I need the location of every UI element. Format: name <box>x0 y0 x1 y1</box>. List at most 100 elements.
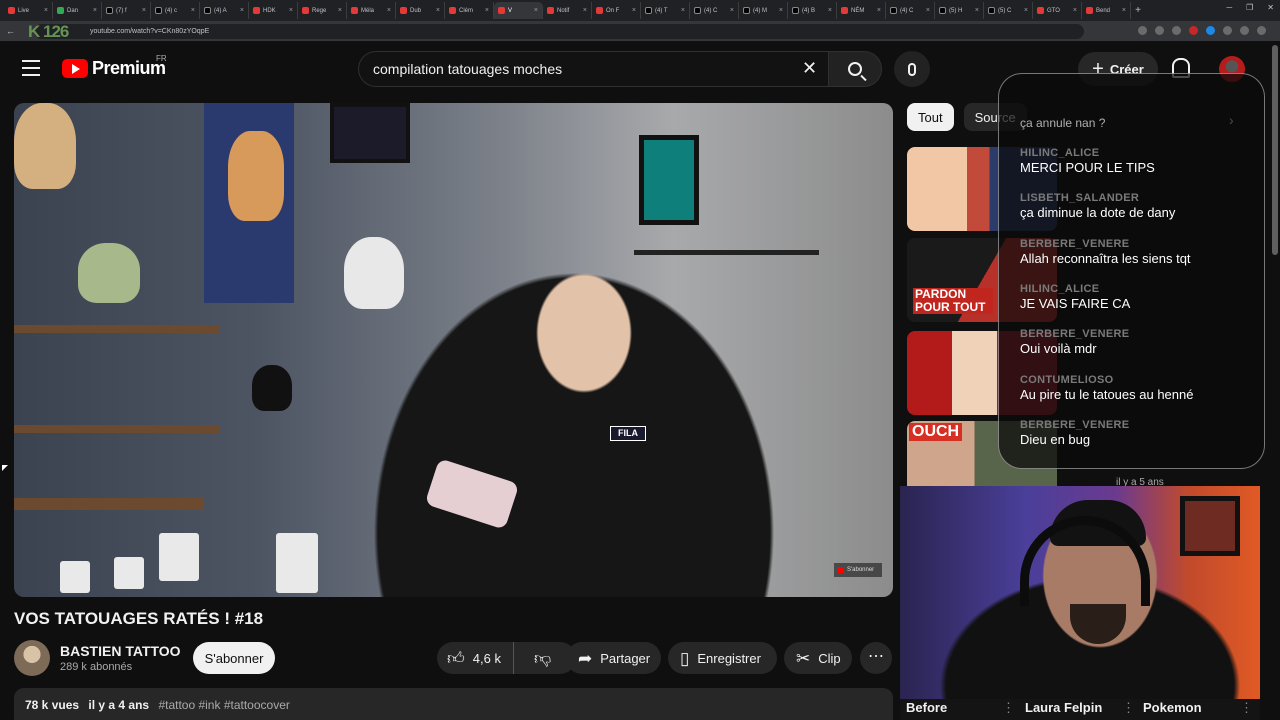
like-button[interactable]: 👍︎ 4,6 k <box>437 642 514 674</box>
search-button[interactable] <box>828 51 882 87</box>
tab-close-icon[interactable]: × <box>583 7 587 14</box>
extensions-puzzle-icon[interactable] <box>1223 26 1232 35</box>
browser-tab[interactable]: (4) c × <box>151 2 200 19</box>
new-tab-icon[interactable]: + <box>1131 5 1145 16</box>
clip-button[interactable]: ✂ Clip <box>784 642 852 674</box>
pipe-shelf <box>634 250 819 255</box>
browser-tab[interactable]: NÉM × <box>837 2 886 19</box>
tab-close-icon[interactable]: × <box>93 7 97 14</box>
hashtags[interactable]: #tattoo #ink #tattoocover <box>158 698 289 712</box>
favicon-icon <box>841 7 848 14</box>
search-icon <box>848 62 862 76</box>
browser-tab[interactable]: Dan × <box>53 2 102 19</box>
browser-tab[interactable]: (4) B × <box>788 2 837 19</box>
tab-close-icon[interactable]: × <box>142 7 146 14</box>
tab-close-icon[interactable]: × <box>681 7 685 14</box>
chat-text: Oui voilà mdr <box>1020 341 1097 357</box>
tab-close-icon[interactable]: × <box>1024 7 1028 14</box>
tab-label: (5) C <box>998 7 1012 14</box>
zoom-icon[interactable] <box>1138 26 1147 35</box>
more-actions-icon[interactable]: ⋯ <box>860 642 892 674</box>
browser-tab[interactable]: V × <box>494 2 543 19</box>
tab-close-icon[interactable]: × <box>779 7 783 14</box>
browser-tab[interactable]: Notif × <box>543 2 592 19</box>
favicon-icon <box>645 7 652 14</box>
minimize-icon[interactable]: ─ <box>1226 3 1232 12</box>
tab-close-icon[interactable]: × <box>1122 7 1126 14</box>
browser-tab[interactable]: (7) f × <box>102 2 151 19</box>
chat-message: HILINC_ALICE MERCI POUR LE TIPS <box>1020 147 1250 175</box>
bookmark-star-icon[interactable] <box>1172 26 1181 35</box>
tab-close-icon[interactable]: × <box>534 7 538 14</box>
tab-close-icon[interactable]: × <box>632 7 636 14</box>
channel-name[interactable]: BASTIEN TATTOO <box>60 643 181 659</box>
favicon-icon <box>1086 7 1093 14</box>
page-scrollbar[interactable] <box>1272 45 1278 255</box>
mug <box>60 561 90 593</box>
tab-close-icon[interactable]: × <box>191 7 195 14</box>
browser-tab[interactable]: (5) H × <box>935 2 984 19</box>
favicon-icon <box>792 7 799 14</box>
maximize-icon[interactable]: ❐ <box>1246 3 1253 12</box>
tab-close-icon[interactable]: × <box>1073 7 1077 14</box>
tab-close-icon[interactable]: × <box>44 7 48 14</box>
clear-search-icon[interactable]: ✕ <box>802 59 817 77</box>
dislike-button[interactable]: 👎︎ <box>522 642 563 674</box>
search-input[interactable]: compilation tatouages moches <box>358 51 828 87</box>
video-player[interactable]: FILA S'abonner <box>14 103 893 597</box>
logo-region: FR <box>156 54 167 63</box>
browser-tab[interactable]: (4) T × <box>641 2 690 19</box>
share-label: Partager <box>600 650 651 666</box>
url-field[interactable]: youtube.com/watch?v=CKn80zYOqpE <box>34 23 1084 39</box>
browser-tab[interactable]: Live × <box>4 2 53 19</box>
browser-tab[interactable]: On F × <box>592 2 641 19</box>
profile-icon[interactable] <box>1240 26 1249 35</box>
browser-tab[interactable]: (4) C × <box>886 2 935 19</box>
browser-tab[interactable]: (5) C × <box>984 2 1033 19</box>
extension-icon[interactable] <box>1189 26 1198 35</box>
tab-close-icon[interactable]: × <box>338 7 342 14</box>
share-button[interactable]: ➦ Partager <box>566 642 661 674</box>
tab-close-icon[interactable]: × <box>485 7 489 14</box>
tab-close-icon[interactable]: × <box>926 7 930 14</box>
browser-tab[interactable]: (4) M × <box>739 2 788 19</box>
menu-icon[interactable] <box>22 60 40 76</box>
tab-label: Dub <box>410 7 422 14</box>
browser-tab[interactable]: HDK × <box>249 2 298 19</box>
browser-tab[interactable]: GTO × <box>1033 2 1082 19</box>
cast-icon[interactable] <box>1155 26 1164 35</box>
wall-frame <box>1180 496 1240 556</box>
search-value: compilation tatouages moches <box>373 61 563 77</box>
tab-close-icon[interactable]: × <box>289 7 293 14</box>
tab-close-icon[interactable]: × <box>387 7 391 14</box>
tab-close-icon[interactable]: × <box>730 7 734 14</box>
tab-close-icon[interactable]: × <box>975 7 979 14</box>
chip-all[interactable]: Tout <box>907 103 954 131</box>
save-button[interactable]: ▯ Enregistrer <box>668 642 777 674</box>
tab-close-icon[interactable]: × <box>240 7 244 14</box>
voice-search-button[interactable] <box>894 51 930 87</box>
tab-close-icon[interactable]: × <box>828 7 832 14</box>
tab-close-icon[interactable]: × <box>436 7 440 14</box>
mug <box>114 557 144 589</box>
youtube-premium-logo[interactable]: Premium <box>62 58 166 79</box>
browser-tab[interactable]: Rege × <box>298 2 347 19</box>
chat-message: BERBERE_VENERE Allah reconnaîtra les sien… <box>1020 238 1250 266</box>
menu-dots-icon[interactable] <box>1257 26 1266 35</box>
browser-tab[interactable]: Clém × <box>445 2 494 19</box>
subscribe-watermark[interactable]: S'abonner <box>834 563 882 577</box>
browser-tab[interactable]: (4) C × <box>690 2 739 19</box>
tab-close-icon[interactable]: × <box>877 7 881 14</box>
browser-tab[interactable]: Bend × <box>1082 2 1131 19</box>
browser-tab[interactable]: (4) A × <box>200 2 249 19</box>
subscribe-button[interactable]: S'abonner <box>193 642 275 674</box>
browser-tab[interactable]: Dub × <box>396 2 445 19</box>
tab-label: On F <box>606 7 620 14</box>
description-box[interactable]: 78 k vues il y a 4 ans #tattoo #ink #tat… <box>14 688 893 720</box>
channel-avatar[interactable] <box>14 640 50 676</box>
browser-tab[interactable]: Méla × <box>347 2 396 19</box>
extension-icon[interactable] <box>1206 26 1215 35</box>
close-window-icon[interactable]: ✕ <box>1267 3 1274 12</box>
back-icon[interactable]: ← <box>6 26 20 36</box>
mouse-cursor-icon <box>2 465 8 471</box>
